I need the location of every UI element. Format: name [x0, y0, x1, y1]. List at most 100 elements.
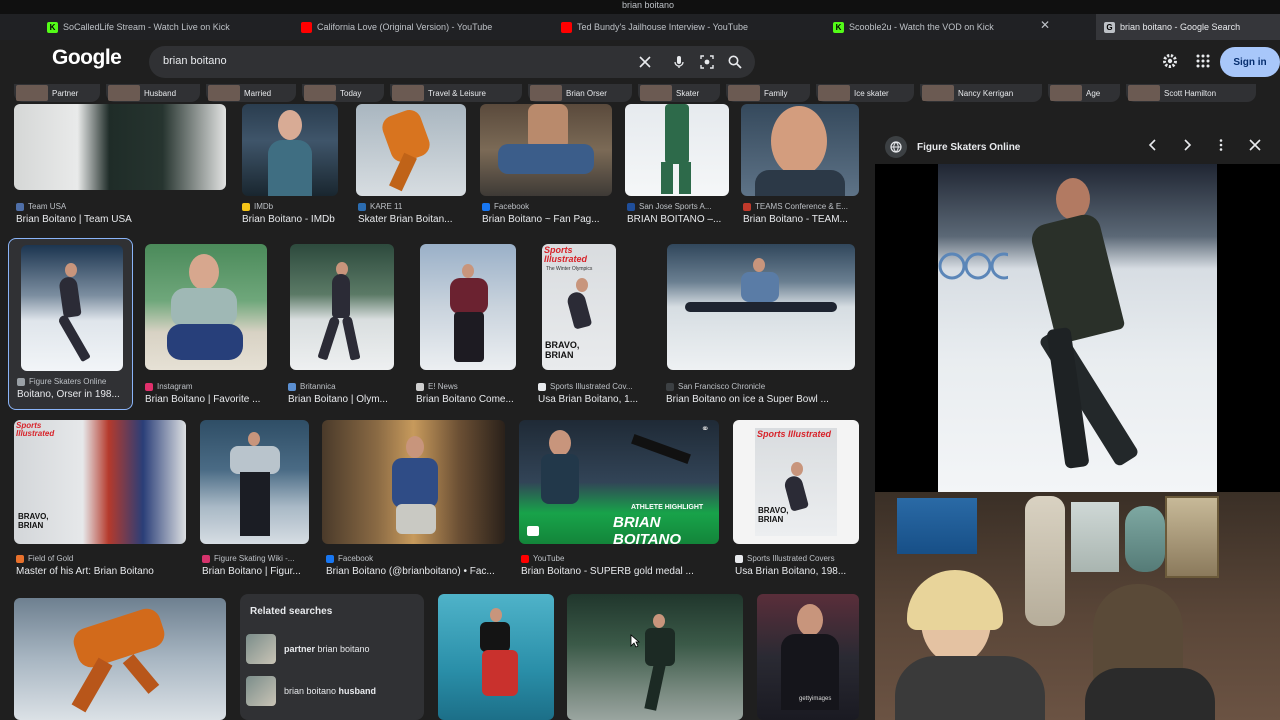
image-result[interactable]: Britannica Brian Boitano | Olym... — [288, 244, 394, 405]
result-title[interactable]: Brian Boitano on ice a Super Bowl ... — [666, 394, 829, 405]
result-title[interactable]: Skater Brian Boitan... — [358, 214, 453, 225]
search-input[interactable]: brian boitano — [163, 55, 227, 67]
result-thumbnail[interactable]: Sports Illustrated BRAVO, BRIAN — [14, 420, 186, 544]
image-result-selected[interactable]: Figure Skaters Online Boitano, Orser in … — [8, 238, 133, 410]
result-title[interactable]: Brian Boitano - SUPERB gold medal ... — [521, 566, 694, 577]
result-thumbnail[interactable] — [200, 420, 309, 544]
skeleton-decor — [1025, 496, 1065, 626]
chip[interactable]: Brian Orser — [528, 84, 632, 102]
image-result[interactable]: Facebook Brian Boitano (@brianboitano) •… — [322, 420, 505, 577]
image-result[interactable]: Sports Illustrated BRAVO, BRIAN Sports I… — [733, 420, 859, 577]
result-thumbnail[interactable]: gettyimages — [757, 594, 859, 720]
result-thumbnail[interactable] — [290, 244, 394, 370]
search-box[interactable]: brian boitano — [149, 46, 755, 78]
result-thumbnail[interactable] — [242, 104, 338, 196]
chip[interactable]: Family — [726, 84, 810, 102]
tab-google-search[interactable]: G brian boitano - Google Search — [1096, 14, 1280, 40]
chip[interactable]: Age — [1048, 84, 1120, 102]
chevron-right-icon[interactable] — [1180, 138, 1194, 152]
image-result[interactable]: Figure Skating Wiki -... Brian Boitano |… — [200, 420, 309, 577]
result-thumbnail[interactable] — [420, 244, 516, 370]
source-favicon — [326, 554, 334, 563]
chip[interactable]: Husband — [106, 84, 200, 102]
image-result[interactable]: Sports Illustrated The Winter Olympics B… — [538, 244, 638, 405]
result-thumbnail[interactable] — [625, 104, 729, 196]
result-thumbnail[interactable] — [14, 104, 226, 190]
related-search-item[interactable]: brian boitano husband — [246, 674, 418, 708]
sign-in-button[interactable]: Sign in — [1220, 47, 1280, 77]
result-title[interactable]: Usa Brian Boitano, 198... — [735, 566, 846, 577]
wall-portrait — [1165, 496, 1219, 578]
image-result[interactable] — [14, 598, 226, 720]
gear-icon[interactable] — [1161, 52, 1179, 70]
image-result[interactable]: San Jose Sports A... BRIAN BOITANO –... — [625, 104, 729, 225]
result-title[interactable]: Brian Boitano (@brianboitano) • Fac... — [326, 566, 495, 577]
tab-kick-scooble[interactable]: K Scooble2u - Watch the VOD on Kick — [786, 14, 1036, 40]
result-thumbnail[interactable] — [480, 104, 612, 196]
image-result[interactable]: Sports Illustrated BRAVO, BRIAN Field of… — [14, 420, 186, 577]
image-result[interactable]: gettyimages — [757, 594, 859, 720]
image-result[interactable]: Team USA Brian Boitano | Team USA — [14, 104, 226, 225]
tab-kick-socalledlife[interactable]: K SoCalledLife Stream - Watch Live on Ki… — [0, 14, 260, 40]
si-logo-text: Sports Illustrated — [544, 245, 588, 264]
related-search-item[interactable]: partner brian boitano — [246, 632, 418, 666]
result-title[interactable]: BRIAN BOITANO –... — [627, 214, 721, 225]
chip[interactable]: Married — [206, 84, 296, 102]
image-result[interactable]: ATHLETE HIGHLIGHT BRIAN BOITANO ⚭ YouTub… — [519, 420, 719, 577]
chip[interactable]: Today — [302, 84, 384, 102]
image-result[interactable] — [567, 594, 743, 720]
image-result[interactable]: Instagram Brian Boitano | Favorite ... — [145, 244, 267, 405]
result-title[interactable]: Master of his Art: Brian Boitano — [16, 566, 154, 577]
tab-youtube-california-love[interactable]: California Love (Original Version) - You… — [254, 14, 516, 40]
result-title[interactable]: Brian Boitano | Olym... — [288, 394, 388, 405]
result-thumbnail[interactable] — [145, 244, 267, 370]
image-result[interactable]: KARE 11 Skater Brian Boitan... — [356, 104, 466, 225]
close-icon[interactable] — [1248, 138, 1262, 152]
image-result[interactable]: San Francisco Chronicle Brian Boitano on… — [666, 244, 855, 405]
google-logo[interactable]: Google — [52, 46, 122, 70]
chip[interactable]: Nancy Kerrigan — [920, 84, 1042, 102]
result-thumbnail[interactable] — [667, 244, 855, 370]
chip[interactable]: Skater — [638, 84, 720, 102]
result-thumbnail[interactable] — [14, 598, 226, 720]
chip[interactable]: Travel & Leisure — [390, 84, 522, 102]
image-result[interactable]: Facebook Brian Boitano ~ Fan Pag... — [480, 104, 612, 225]
result-thumbnail[interactable] — [567, 594, 743, 720]
lens-icon[interactable] — [699, 54, 715, 70]
clear-icon[interactable] — [637, 54, 653, 70]
result-title[interactable]: Brian Boitano | Figur... — [202, 566, 301, 577]
result-title[interactable]: Brian Boitano - TEAM... — [743, 214, 848, 225]
result-title[interactable]: Brian Boitano - IMDb — [242, 214, 335, 225]
image-result[interactable]: TEAMS Conference & E... Brian Boitano - … — [741, 104, 859, 225]
result-title[interactable]: Brian Boitano ~ Fan Pag... — [482, 214, 600, 225]
microphone-icon[interactable] — [671, 54, 687, 70]
image-result[interactable]: IMDb Brian Boitano - IMDb — [242, 104, 338, 225]
preview-source[interactable]: Figure Skaters Online — [885, 136, 1020, 158]
apps-grid-icon[interactable] — [1194, 52, 1212, 70]
result-thumbnail[interactable]: Sports Illustrated The Winter Olympics B… — [542, 244, 616, 370]
result-title[interactable]: Brian Boitano | Team USA — [16, 214, 132, 225]
result-thumbnail[interactable]: Sports Illustrated BRAVO, BRIAN — [733, 420, 859, 544]
more-options-icon[interactable] — [1214, 138, 1228, 152]
image-result[interactable] — [438, 594, 554, 720]
result-title[interactable]: Usa Brian Boitano, 1... — [538, 394, 638, 405]
preview-image[interactable] — [875, 164, 1280, 492]
result-thumbnail[interactable] — [356, 104, 466, 196]
result-thumbnail[interactable] — [21, 245, 123, 371]
result-title[interactable]: Brian Boitano Come... — [416, 394, 514, 405]
result-thumbnail[interactable]: ATHLETE HIGHLIGHT BRIAN BOITANO ⚭ — [519, 420, 719, 544]
image-result[interactable]: E! News Brian Boitano Come... — [416, 244, 516, 405]
chip[interactable]: Scott Hamilton — [1126, 84, 1256, 102]
chip[interactable]: Ice skater — [816, 84, 914, 102]
search-icon[interactable] — [727, 54, 743, 70]
result-thumbnail[interactable] — [322, 420, 505, 544]
source-label: San Francisco Chronicle — [678, 382, 766, 391]
tab-youtube-ted-bundy[interactable]: Ted Bundy's Jailhouse Interview - YouTub… — [514, 14, 774, 40]
result-title[interactable]: Brian Boitano | Favorite ... — [145, 394, 260, 405]
close-tab-icon[interactable]: ✕ — [1040, 18, 1050, 32]
result-thumbnail[interactable] — [741, 104, 859, 196]
chip[interactable]: Partner — [14, 84, 100, 102]
result-thumbnail[interactable] — [438, 594, 554, 720]
result-title[interactable]: Boitano, Orser in 198... — [17, 389, 120, 400]
chevron-left-icon[interactable] — [1146, 138, 1160, 152]
